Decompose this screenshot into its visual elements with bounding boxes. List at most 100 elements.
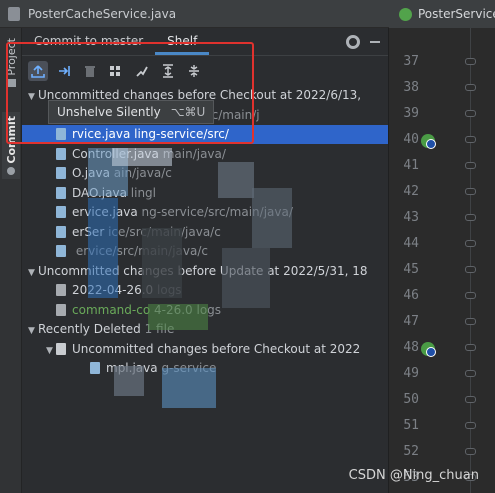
line-number: 51 <box>403 418 419 433</box>
unshelve-silently-button[interactable] <box>54 61 74 81</box>
shelf-file-row[interactable]: Controller.java main/java/ <box>22 145 388 164</box>
line-number: 44 <box>403 236 419 251</box>
gutter-marker <box>465 162 476 169</box>
gutter-marker <box>465 240 476 247</box>
row-label: Recently Deleted <box>38 322 141 336</box>
file-icon <box>56 303 66 316</box>
editor-pane: PosterService.j 37 38 39 40 41 42 43 44 45 46 47 48… <box>388 0 495 493</box>
line-number: 48 <box>403 340 419 355</box>
expand-arrow-icon[interactable]: ▼ <box>46 342 56 359</box>
row-path: 4-26.0 logs <box>154 302 222 317</box>
row-label: Uncommitted changes before Checkout at 2… <box>72 341 361 356</box>
delete-button[interactable] <box>80 61 100 81</box>
line-number: 38 <box>403 80 419 95</box>
shelf-group-row[interactable]: ▼ Uncommitted changes before Update at 20… <box>22 262 388 281</box>
shelf-file-row[interactable]: ▼ Uncommitted changes before Checkout at … <box>22 340 388 359</box>
row-label: DAO.java <box>72 185 127 200</box>
delete-icon <box>85 66 95 77</box>
line-number: 46 <box>403 288 419 303</box>
row-path: ice/src/main/java/c <box>108 224 221 239</box>
collapse-all-button[interactable] <box>184 61 204 81</box>
line-number: 41 <box>403 158 419 173</box>
project-tab-label: Project <box>4 38 18 76</box>
gutter-marker <box>465 396 476 403</box>
tab-commit-to-master[interactable]: Commit to master <box>22 27 155 55</box>
java-file-icon <box>56 245 66 257</box>
shelf-file-row[interactable]: DAO.java lingl <box>22 184 388 203</box>
line-number: 45 <box>403 262 419 277</box>
gutter-marker <box>465 266 476 273</box>
java-file-icon <box>56 128 66 140</box>
row-label: mpl.java <box>106 361 158 375</box>
show-diff-button[interactable] <box>132 61 152 81</box>
row-path: ng-service/src/main/java/ <box>141 205 293 219</box>
commit-tool-tab[interactable]: Commit <box>2 112 20 179</box>
unshelve-silently-icon <box>59 66 70 76</box>
commit-tab-label: Commit <box>4 116 18 164</box>
shelf-file-row[interactable]: 2022-04-26.0 logs <box>22 281 388 300</box>
java-file-icon <box>90 362 100 374</box>
row-path: ling-service/src/ <box>134 127 229 141</box>
expand-arrow-icon[interactable]: ▼ <box>28 322 38 339</box>
row-path: ervice/src/main/java/c <box>75 244 208 258</box>
unshelve-button[interactable] <box>28 61 48 81</box>
gutter-marker <box>465 58 476 65</box>
shelf-file-row[interactable]: O.java ain/java/c <box>22 164 388 183</box>
trash-icon <box>56 342 66 355</box>
group-by-icon <box>110 66 120 76</box>
shelf-file-row[interactable]: ervice.java ng-service/src/main/java/ <box>22 203 388 222</box>
window-titlebar: PosterCacheService.java <box>0 0 395 28</box>
shelf-file-row[interactable]: rvice.java ling-service/src/ <box>22 125 388 144</box>
gutter-marker <box>465 370 476 377</box>
gear-icon[interactable] <box>346 35 360 49</box>
line-number: 49 <box>403 366 419 381</box>
gutter-marker <box>465 318 476 325</box>
line-number: 42 <box>403 184 419 199</box>
shelf-toolbar <box>22 58 388 84</box>
java-file-icon <box>56 147 66 160</box>
group-by-button[interactable] <box>106 61 126 81</box>
row-path: logs <box>157 283 182 297</box>
commit-panel: Commit to master Shelf ▼ Uncommitted chan… <box>6 27 388 493</box>
gutter-marker <box>465 188 476 195</box>
row-label: ervice.java <box>72 205 138 219</box>
tab-shelf[interactable]: Shelf <box>155 27 210 55</box>
row-label: command-co <box>72 302 151 317</box>
tooltip-shortcut: ⌥⌘U <box>170 105 206 119</box>
shelf-group-row[interactable]: ▼ Recently Deleted 1 file <box>22 320 388 339</box>
gutter-marker <box>465 422 476 429</box>
expand-all-icon <box>163 64 173 78</box>
shelf-file-row[interactable]: command-co 4-26.0 logs <box>22 301 388 320</box>
gutter-marker <box>465 136 476 143</box>
expand-arrow-icon[interactable]: ▼ <box>28 88 38 105</box>
shelf-file-row[interactable]: erSer ice/src/main/java/c <box>22 223 388 242</box>
expand-all-button[interactable] <box>158 61 178 81</box>
folder-icon <box>6 78 16 87</box>
line-number: 43 <box>403 210 419 225</box>
watermark-text: CSDN @Ning_chuan <box>348 468 479 483</box>
gutter-marker <box>465 110 476 117</box>
row-label: O.java <box>72 166 110 180</box>
line-number: 39 <box>403 106 419 121</box>
project-tool-tab[interactable]: Project <box>2 38 20 87</box>
gutter-marker <box>465 292 476 299</box>
line-number: 50 <box>403 392 419 407</box>
editor-tab[interactable]: PosterService.j <box>389 0 495 28</box>
row-label: erSer <box>72 224 105 239</box>
minimize-icon[interactable] <box>370 41 380 43</box>
show-diff-icon <box>136 66 148 77</box>
shelf-file-row[interactable]: ervice/src/main/java/c <box>22 242 388 261</box>
commit-icon <box>7 166 15 175</box>
class-file-icon <box>399 7 412 21</box>
row-path: g-service <box>161 361 217 375</box>
file-icon <box>56 284 66 296</box>
expand-arrow-icon[interactable]: ▼ <box>28 264 38 281</box>
implements-gutter-icon[interactable] <box>421 134 436 149</box>
gutter-marker <box>465 84 476 91</box>
line-number: 47 <box>403 314 419 329</box>
row-path: lingl <box>130 185 157 200</box>
java-file-icon <box>56 167 66 179</box>
implements-gutter-icon[interactable] <box>421 342 436 357</box>
shelf-file-row[interactable]: mpl.java g-service <box>22 359 388 378</box>
java-file-icon <box>56 225 66 238</box>
